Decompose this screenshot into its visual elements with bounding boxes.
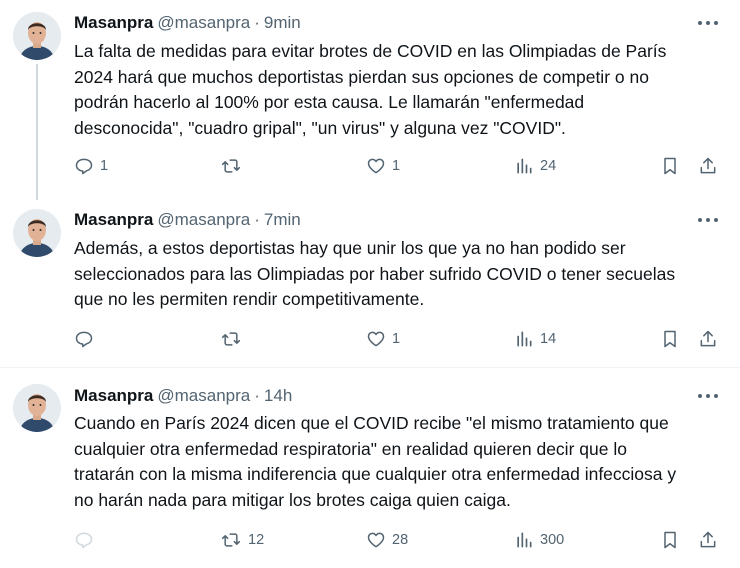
reply-button[interactable]	[74, 327, 100, 351]
reply-icon	[75, 158, 93, 175]
bookmark-button[interactable]	[660, 528, 680, 552]
author-name[interactable]: Masanpra	[74, 386, 153, 406]
more-icon[interactable]	[698, 218, 718, 224]
more-icon[interactable]	[698, 21, 718, 27]
like-count: 1	[392, 331, 401, 347]
bookmark-icon	[664, 157, 676, 175]
share-icon	[700, 157, 716, 174]
heart-icon	[367, 158, 385, 174]
tweet-header: Masanpra @masanpra · 9min	[74, 12, 301, 34]
retweet-icon	[221, 533, 241, 547]
tweet-actions: 1 14	[74, 327, 724, 351]
heart-icon	[367, 331, 385, 347]
views-count: 300	[540, 532, 565, 548]
avatar[interactable]	[13, 384, 61, 432]
like-button[interactable]: 28	[366, 528, 408, 552]
views-icon	[517, 532, 532, 548]
tweet-text-line: no harán nada para mitigar los brotes ca…	[74, 489, 511, 510]
share-button[interactable]	[698, 154, 718, 178]
bookmark-button[interactable]	[660, 154, 680, 178]
tweet-text-line: desconocida", "cuadro gripal", "un virus…	[74, 117, 566, 138]
views-count: 24	[540, 158, 557, 174]
share-button[interactable]	[698, 327, 718, 351]
share-icon	[700, 330, 716, 347]
timestamp[interactable]: 9min	[264, 13, 301, 33]
tweet-actions: 12 28 300	[74, 528, 724, 552]
share-button[interactable]	[698, 528, 718, 552]
heart-icon	[367, 532, 385, 548]
separator: ·	[254, 210, 260, 229]
retweet-count: 12	[248, 532, 265, 548]
thread-line	[36, 64, 38, 200]
share-icon	[700, 531, 716, 548]
author-handle[interactable]: @masanpra	[157, 210, 250, 230]
separator: ·	[254, 13, 260, 32]
more-icon[interactable]	[698, 394, 718, 400]
tweet-text-line: podrán hacerlo al 100% por esta causa. L…	[74, 92, 585, 112]
author-handle[interactable]: @masanpra	[157, 386, 250, 406]
tweet-text-line: 2024 hará que muchos deportistas pierdan…	[74, 66, 649, 87]
retweet-button[interactable]	[220, 154, 248, 178]
tweet-text: Además, a estos deportistas hay que unir…	[74, 236, 734, 313]
tweet-header: Masanpra @masanpra · 7min	[74, 209, 301, 231]
bookmark-icon	[664, 531, 676, 549]
tweet[interactable]: Masanpra @masanpra · 7min Además, a esto…	[0, 192, 740, 367]
reply-icon	[75, 532, 93, 549]
reply-button[interactable]: 1	[74, 154, 108, 178]
tweet-text-line: Además, a estos deportistas hay que unir…	[74, 238, 626, 258]
tweet-text-line: cualquier otra enfermedad respiratoria" …	[74, 438, 627, 459]
tweet-text: La falta de medidas para evitar brotes d…	[74, 39, 734, 141]
tweet-header: Masanpra @masanpra · 14h	[74, 385, 292, 407]
tweet-actions: 1 1 24	[74, 154, 724, 178]
retweet-icon	[221, 332, 241, 346]
like-button[interactable]: 1	[366, 327, 400, 351]
like-button[interactable]: 1	[366, 154, 400, 178]
views-icon	[517, 331, 532, 347]
tweet-text-line: que no les permiten rendir competitivame…	[74, 289, 425, 309]
tweet[interactable]: Masanpra @masanpra · 14h Cuando en París…	[0, 367, 740, 568]
tweet-text-line: tratarán con la misma indiferencia que c…	[74, 464, 677, 484]
retweet-button[interactable]: 12	[220, 528, 264, 552]
separator: ·	[254, 386, 260, 405]
tweet-text-line: seleccionados para las Olimpiadas por ha…	[74, 263, 676, 284]
like-count: 1	[392, 158, 401, 174]
avatar[interactable]	[13, 12, 61, 60]
views-button[interactable]: 300	[514, 528, 564, 552]
tweet[interactable]: Masanpra @masanpra · 9min La falta de me…	[0, 0, 740, 200]
retweet-button[interactable]	[220, 327, 248, 351]
author-handle[interactable]: @masanpra	[157, 13, 250, 33]
like-count: 28	[392, 532, 409, 548]
retweet-icon	[221, 159, 241, 173]
avatar[interactable]	[13, 209, 61, 257]
views-count: 14	[540, 331, 557, 347]
author-name[interactable]: Masanpra	[74, 210, 153, 230]
tweet-text-line: Cuando en París 2024 dicen que el COVID …	[74, 413, 669, 433]
views-icon	[517, 158, 532, 174]
tweet-text: Cuando en París 2024 dicen que el COVID …	[74, 411, 734, 513]
reply-icon	[75, 331, 93, 348]
timestamp[interactable]: 14h	[264, 386, 292, 406]
views-button[interactable]: 14	[514, 327, 556, 351]
reply-count: 1	[100, 158, 109, 174]
bookmark-icon	[664, 330, 676, 348]
timestamp[interactable]: 7min	[264, 210, 301, 230]
bookmark-button[interactable]	[660, 327, 680, 351]
author-name[interactable]: Masanpra	[74, 13, 153, 33]
views-button[interactable]: 24	[514, 154, 556, 178]
reply-button[interactable]	[74, 528, 100, 552]
tweet-text-line: La falta de medidas para evitar brotes d…	[74, 41, 667, 61]
